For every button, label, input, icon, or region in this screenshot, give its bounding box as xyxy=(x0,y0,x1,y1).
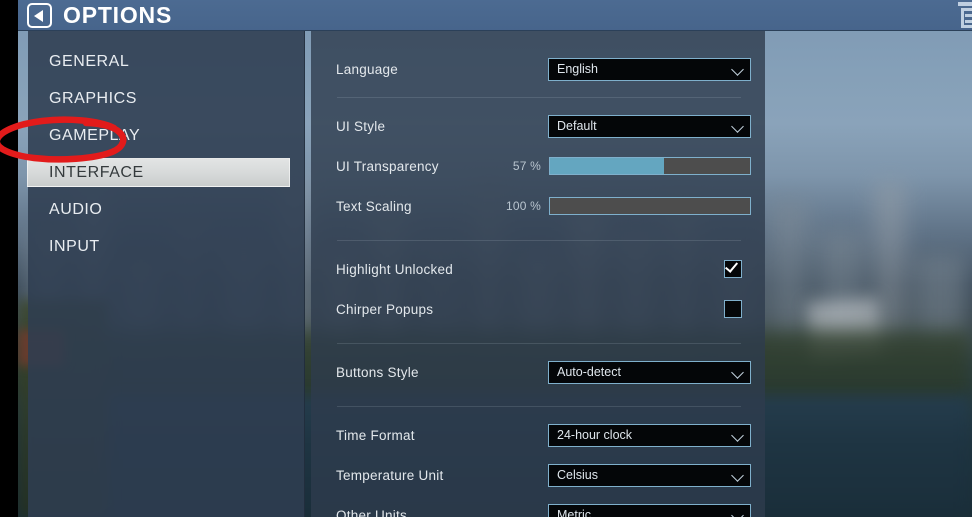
option-label: Language xyxy=(336,61,399,77)
option-label: Time Format xyxy=(336,427,415,443)
text-scaling-slider[interactable] xyxy=(549,197,751,215)
chevron-down-icon xyxy=(732,509,744,517)
option-label: Temperature Unit xyxy=(336,467,444,483)
option-row-ui-style: UI Style Default xyxy=(336,106,751,146)
chirper-popups-checkbox[interactable] xyxy=(724,300,742,318)
notes-panel-icon[interactable] xyxy=(957,2,972,28)
dropdown-value: Celsius xyxy=(557,468,598,482)
options-sidebar: GENERAL GRAPHICS GAMEPLAY INTERFACE AUDI… xyxy=(27,31,305,517)
ui-style-dropdown[interactable]: Default xyxy=(548,114,751,138)
sidebar-item-input[interactable]: INPUT xyxy=(28,232,304,261)
back-arrow-icon xyxy=(34,9,43,22)
option-row-ui-transparency: UI Transparency 57 % xyxy=(336,146,751,186)
dropdown-value: 24-hour clock xyxy=(557,428,633,442)
sidebar-nav-list: GENERAL GRAPHICS GAMEPLAY INTERFACE AUDI… xyxy=(27,31,304,261)
dropdown-value: English xyxy=(557,62,598,76)
sidebar-item-label: GRAPHICS xyxy=(49,89,137,107)
dropdown-value: Default xyxy=(557,119,597,133)
options-screen: OPTIONS GENERAL GRAPHICS GAMEPLAY INTERF… xyxy=(0,0,972,517)
sidebar-item-label: AUDIO xyxy=(49,200,103,218)
chevron-down-icon xyxy=(732,63,744,75)
slider-fill xyxy=(550,158,664,174)
check-icon xyxy=(724,259,739,273)
option-label: Highlight Unlocked xyxy=(336,261,454,277)
text-scaling-value: 100 % xyxy=(505,199,541,213)
page-title: OPTIONS xyxy=(63,2,173,28)
temperature-unit-dropdown[interactable]: Celsius xyxy=(548,463,751,487)
highlight-unlocked-checkbox[interactable] xyxy=(724,259,742,278)
options-content-panel: Language English UI Style Default UI Tra… xyxy=(311,31,765,517)
option-row-time-format: Time Format 24-hour clock xyxy=(336,415,751,455)
buttons-style-dropdown[interactable]: Auto-detect xyxy=(548,360,751,384)
sidebar-item-interface[interactable]: INTERFACE xyxy=(27,158,290,187)
sidebar-item-label: INPUT xyxy=(49,237,100,255)
sidebar-item-label: GAMEPLAY xyxy=(49,126,141,144)
option-row-language: Language English xyxy=(336,49,751,89)
option-row-chirper-popups: Chirper Popups xyxy=(336,289,742,329)
option-label: Chirper Popups xyxy=(336,301,434,317)
sidebar-item-audio[interactable]: AUDIO xyxy=(28,195,304,224)
chevron-down-icon xyxy=(732,469,744,481)
chevron-down-icon xyxy=(732,120,744,132)
ui-transparency-slider[interactable] xyxy=(549,157,751,175)
sidebar-item-graphics[interactable]: GRAPHICS xyxy=(28,84,304,113)
options-scroll-area[interactable]: Language English UI Style Default UI Tra… xyxy=(311,31,765,517)
dropdown-value: Auto-detect xyxy=(557,365,621,379)
option-row-other-units: Other Units Metric xyxy=(336,495,751,517)
other-units-dropdown[interactable]: Metric xyxy=(548,503,751,517)
back-button[interactable] xyxy=(27,3,52,28)
option-label: Other Units xyxy=(336,507,408,517)
sidebar-item-label: GENERAL xyxy=(49,52,130,70)
sidebar-item-label: INTERFACE xyxy=(49,163,144,181)
option-row-highlight-unlocked: Highlight Unlocked xyxy=(336,249,742,289)
option-row-buttons-style: Buttons Style Auto-detect xyxy=(336,352,751,392)
language-dropdown[interactable]: English xyxy=(548,57,751,81)
option-label: Buttons Style xyxy=(336,364,419,380)
sidebar-item-gameplay[interactable]: GAMEPLAY xyxy=(28,121,304,150)
options-header-bar: OPTIONS xyxy=(18,0,972,31)
ui-transparency-value: 57 % xyxy=(512,159,541,173)
chevron-down-icon xyxy=(732,366,744,378)
chevron-down-icon xyxy=(732,429,744,441)
option-row-temperature-unit: Temperature Unit Celsius xyxy=(336,455,751,495)
sidebar-item-general[interactable]: GENERAL xyxy=(28,47,304,76)
dropdown-value: Metric xyxy=(557,508,592,517)
option-row-text-scaling: Text Scaling 100 % xyxy=(336,186,751,226)
option-label: UI Style xyxy=(336,118,386,134)
time-format-dropdown[interactable]: 24-hour clock xyxy=(548,423,751,447)
